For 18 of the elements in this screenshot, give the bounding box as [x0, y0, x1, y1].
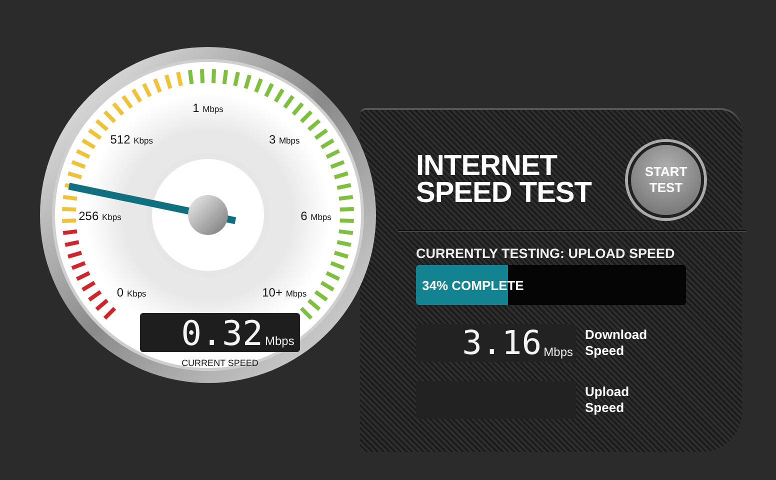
needle-hub	[188, 195, 228, 235]
scale-label: 3 Mbps	[268, 132, 300, 147]
scale-label: 1 Mbps	[192, 101, 224, 115]
status-text: CURRENTLY TESTING: UPLOAD SPEED	[416, 246, 676, 261]
app-title: INTERNET SPEED TEST	[416, 153, 592, 207]
current-speed-caption: CURRENT SPEED	[182, 358, 258, 368]
speed-label: Download Speed	[585, 327, 648, 359]
speed-label: Upload Speed	[585, 384, 630, 416]
speed-unit: Mbps	[544, 345, 573, 359]
current-speed-reading: 0.32	[181, 314, 263, 354]
speed-reading: 3.16	[462, 326, 542, 359]
current-speed-unit: Mbps	[265, 334, 294, 348]
scale-label: 6 Mbps	[300, 209, 332, 223]
scale-label: 256 Kbps	[78, 209, 122, 223]
scale-label: 10+ Mbps	[262, 285, 307, 300]
start-test-button[interactable]: START TEST	[628, 142, 704, 218]
scale-label: 512 Kbps	[110, 132, 153, 147]
scale-label: 0 Kbps	[116, 285, 146, 300]
